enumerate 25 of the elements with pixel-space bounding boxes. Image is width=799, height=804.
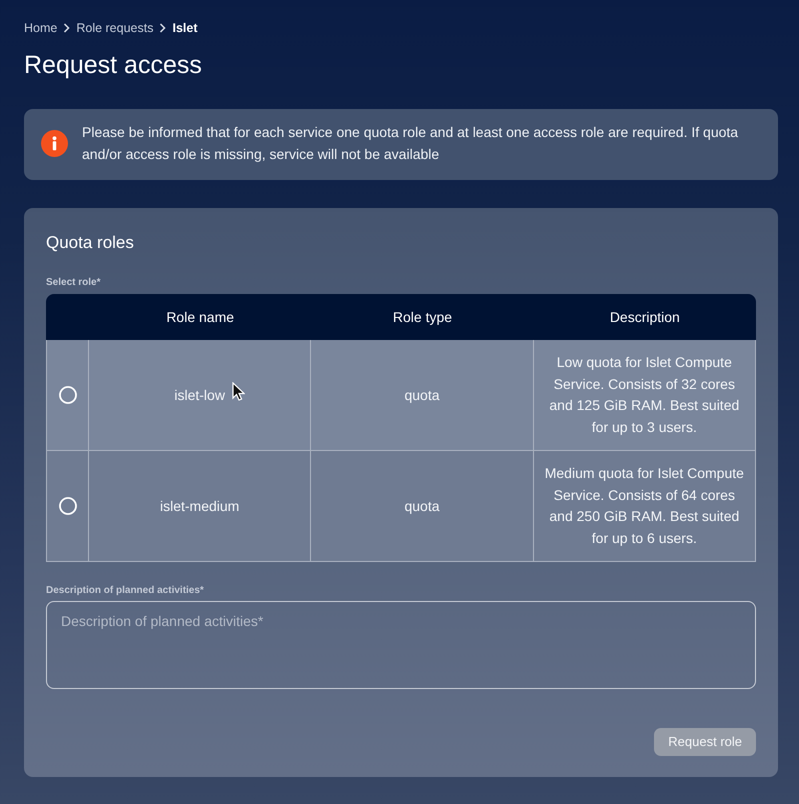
column-header: Description	[534, 294, 756, 340]
mouse-pointer-icon	[232, 382, 245, 401]
description-cell: Low quota for Islet Compute Service. Consists of 32 cores and 125 GiB RAM. Best suited for up to 3 users.	[534, 340, 756, 451]
page-title: Request access	[24, 50, 203, 81]
column-header: Role type	[311, 294, 534, 340]
radio-button[interactable]	[58, 386, 76, 404]
chevron-right-icon	[159, 23, 166, 33]
radio-button[interactable]	[58, 497, 76, 515]
info-icon	[41, 130, 68, 156]
breadcrumb-link[interactable]: Role requests	[76, 18, 154, 38]
chevron-right-icon	[63, 23, 70, 33]
description-field[interactable]: Description of planned activities*	[46, 601, 756, 689]
field-label: Description of planned activities*	[46, 584, 205, 597]
role-type-cell: quota	[311, 340, 534, 451]
table-header-cell	[46, 294, 89, 340]
column-header: Role name	[89, 294, 312, 340]
field-label: Select role*	[46, 276, 102, 289]
breadcrumb-current: Islet	[172, 20, 198, 37]
breadcrumb-link[interactable]: Home	[24, 18, 58, 38]
alert-message: Please be informed that for each service one quota role and at least one access role are required. If quota and/or access role is missing, service will not be available	[82, 123, 740, 164]
role-type-cell: quota	[311, 451, 534, 562]
role-name-cell: islet-medium	[89, 451, 312, 562]
section-title: Quota roles	[46, 232, 135, 254]
role-name-cell: islet-low	[89, 340, 312, 451]
description-cell: Medium quota for Islet Compute Service. Consists of 64 cores and 250 GiB RAM. Best suited for up to 6 users.	[534, 451, 756, 562]
